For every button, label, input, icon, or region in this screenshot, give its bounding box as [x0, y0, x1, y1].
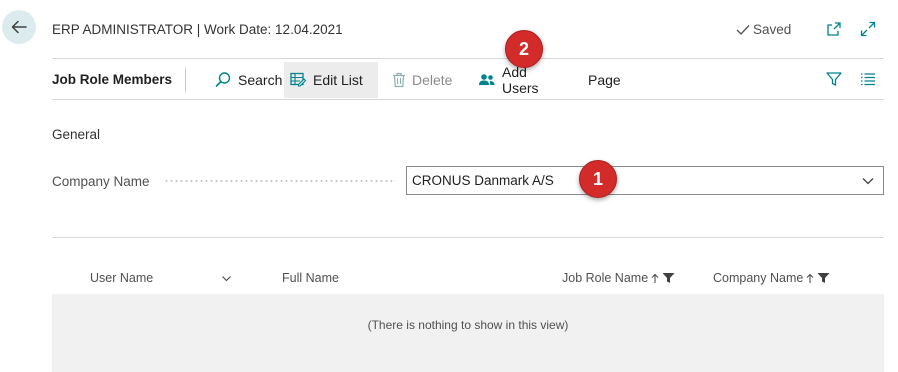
field-leader-dots	[164, 180, 396, 182]
column-job-role-name-label: Job Role Name	[562, 271, 649, 285]
column-header-user-name[interactable]: User Name	[90, 271, 153, 285]
edit-list-icon	[290, 72, 307, 88]
search-button[interactable]: Search	[208, 62, 283, 98]
filter-icon	[662, 273, 675, 283]
company-name-value: CRONUS Danmark A/S	[412, 173, 554, 188]
column-header-job-role-name[interactable]: Job Role Name	[562, 271, 675, 285]
step-badge-2: 2	[505, 30, 543, 68]
company-name-label: Company Name	[52, 174, 150, 189]
empty-grid-message: (There is nothing to show in this view)	[367, 318, 569, 332]
expand-button[interactable]	[859, 20, 877, 38]
page-caption: Job Role Members	[52, 72, 173, 87]
delete-label: Delete	[412, 72, 453, 88]
column-menu-button[interactable]	[221, 273, 232, 284]
column-company-name-label: Company Name	[713, 271, 804, 285]
expand-icon	[860, 21, 876, 37]
page-menu-button[interactable]: Page	[582, 62, 628, 98]
users-icon	[478, 73, 496, 87]
list-view-button[interactable]	[859, 70, 877, 88]
sort-ascending-icon	[651, 273, 659, 283]
column-full-name-label: Full Name	[282, 271, 339, 285]
sort-ascending-icon	[806, 273, 814, 283]
edit-list-button[interactable]: Edit List	[284, 62, 378, 98]
filter-icon	[817, 273, 830, 283]
section-divider	[52, 237, 884, 238]
filter-button[interactable]	[825, 70, 843, 88]
saved-status: Saved	[736, 22, 791, 37]
header-divider	[52, 58, 884, 59]
add-users-label: Add Users	[502, 64, 539, 96]
company-name-select[interactable]: CRONUS Danmark A/S	[406, 166, 884, 195]
page-menu-label: Page	[588, 72, 621, 88]
action-separator	[185, 68, 186, 92]
arrow-left-icon	[11, 20, 27, 34]
search-icon	[214, 71, 232, 89]
actionbar-divider	[52, 99, 884, 100]
column-user-name-label: User Name	[90, 271, 154, 285]
search-label: Search	[238, 72, 283, 88]
delete-button[interactable]: Delete	[386, 62, 458, 98]
filter-icon	[826, 72, 842, 86]
checkmark-icon	[736, 24, 750, 35]
column-header-company-name[interactable]: Company Name	[713, 271, 830, 285]
chevron-down-icon	[222, 276, 231, 282]
edit-list-label: Edit List	[313, 72, 363, 88]
list-icon	[861, 73, 875, 86]
step-badge-1: 1	[579, 160, 617, 198]
page-header-title: ERP ADMINISTRATOR | Work Date: 12.04.202…	[52, 22, 343, 37]
section-title-general: General	[52, 127, 101, 142]
column-header-full-name[interactable]: Full Name	[282, 271, 339, 285]
chevron-down-icon	[862, 178, 874, 185]
back-button[interactable]	[2, 10, 36, 44]
open-new-window-icon	[827, 22, 841, 36]
grid-body: (There is nothing to show in this view)	[52, 294, 884, 372]
saved-label: Saved	[753, 22, 792, 37]
trash-icon	[392, 72, 406, 88]
open-new-window-button[interactable]	[825, 20, 843, 38]
